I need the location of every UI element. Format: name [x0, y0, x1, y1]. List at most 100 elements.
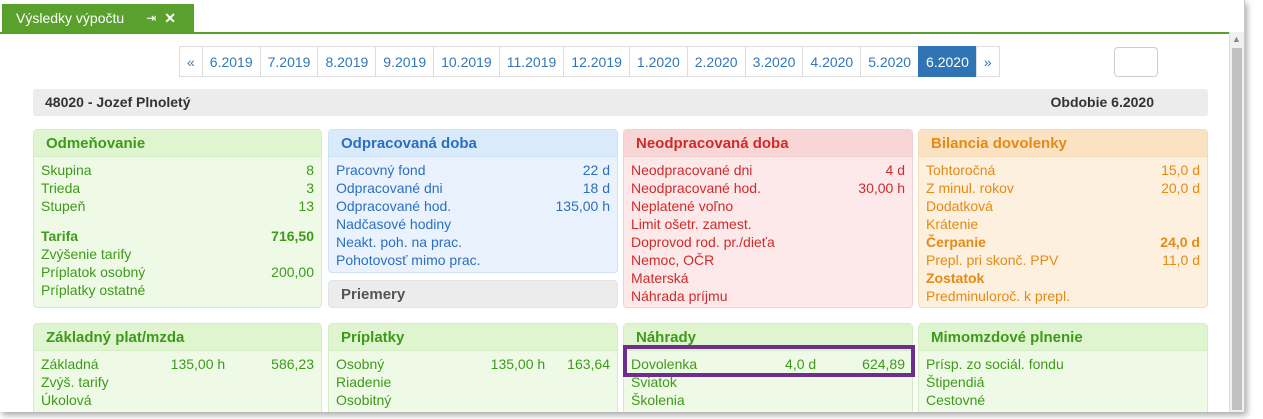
- dovolenka-highlight-box: [623, 345, 915, 377]
- predminuloroc-label: Predminuloroč. k prepl.: [926, 288, 1070, 304]
- scrollbar-thumb[interactable]: [1232, 48, 1242, 410]
- z-minul-rokov-value: 20,0 d: [1161, 180, 1200, 196]
- month-pager: « 6.2019 7.2019 8.2019 9.2019 10.2019 11…: [179, 46, 1000, 77]
- panel-bilancia-dovolenky: Bilancia dovolenky Tohtoročná 15,0 d Z mi…: [918, 129, 1208, 308]
- pracovny-fond-label: Pracovný fond: [336, 162, 426, 178]
- employee-header: 48020 - Jozef Plnoletý Obdobie 6.2020: [33, 89, 1208, 116]
- odpracovane-dni-value: 18 d: [582, 180, 610, 196]
- skupina-label: Skupina: [41, 162, 92, 178]
- pracovny-fond-value: 22 d: [582, 162, 610, 178]
- panel-title: Priemery: [341, 285, 406, 303]
- panel-title: Odmeňovanie: [46, 134, 146, 152]
- pager-month[interactable]: 9.2019: [375, 46, 435, 77]
- priplatky-ostatne-label: Príplatky ostatné: [41, 282, 146, 298]
- pager-month[interactable]: 5.2020: [860, 46, 920, 77]
- employee-label: 48020 - Jozef Plnoletý: [45, 94, 191, 110]
- osobitny-label: Osobitný: [336, 392, 392, 408]
- priplatok-osobny-value: 200,00: [271, 264, 314, 280]
- pin-icon[interactable]: ⇥: [146, 11, 156, 25]
- odpracovane-hod-label: Odpracované hod.: [336, 198, 452, 214]
- cerpanie-value: 24,0 d: [1160, 234, 1200, 250]
- neodpracovane-dni-label: Neodpracované dni: [631, 162, 753, 178]
- panel-title: Príplatky: [341, 328, 405, 346]
- panel-neodpracovana-doba: Neodpracovaná doba Neodpracované dni 4 d …: [623, 129, 913, 308]
- pager-next-button[interactable]: »: [975, 46, 1000, 77]
- tab-vysledky-vypoctu[interactable]: Výsledky výpočtu ⇥ ✕: [2, 4, 194, 32]
- panel-header[interactable]: Priemery: [329, 281, 617, 307]
- panel-title: Odpracovaná doba: [341, 134, 477, 152]
- neodpracovane-hod-value: 30,00 h: [858, 180, 905, 196]
- close-icon[interactable]: ✕: [164, 10, 176, 27]
- zostatok-label: Zostatok: [926, 270, 985, 286]
- settings-button[interactable]: [1114, 47, 1158, 77]
- period-label: Obdobie 6.2020: [1050, 94, 1154, 110]
- prepl-pri-skonc-value: 11,0 d: [1162, 252, 1200, 268]
- nadcasove-hodiny-label: Nadčasové hodiny: [336, 216, 452, 232]
- pager-month[interactable]: 2.2020: [686, 46, 746, 77]
- panel-header[interactable]: Bilancia dovolenky: [919, 130, 1207, 157]
- scroll-up-icon[interactable]: ▲: [1232, 34, 1241, 44]
- stipendia-label: Štipendiá: [926, 374, 985, 390]
- vertical-scrollbar[interactable]: ▲: [1229, 32, 1244, 412]
- panel-priplatky: Príplatky Osobný 135,00 h 163,64 Riadeni…: [328, 323, 618, 412]
- kratenie-label: Krátenie: [926, 216, 979, 232]
- panel-priemery[interactable]: Priemery: [328, 280, 618, 308]
- skolenia-label: Školenia: [631, 392, 685, 408]
- tab-title: Výsledky výpočtu: [16, 10, 125, 26]
- pager-month[interactable]: 7.2019: [259, 46, 319, 77]
- panel-header[interactable]: Odpracovaná doba: [329, 130, 617, 157]
- panel-header[interactable]: Základný plat/mzda: [34, 324, 321, 351]
- neplatene-volno-label: Neplatené voľno: [631, 198, 734, 214]
- tarifa-label: Tarifa: [41, 228, 79, 244]
- nahrada-prijmu-label: Náhrada príjmu: [631, 288, 728, 304]
- panel-title: Neodpracovaná doba: [636, 134, 789, 152]
- neodpracovane-dni-value: 4 d: [885, 162, 905, 178]
- panel-odmenovanie: Odmeňovanie Skupina 8 Trieda 3 Stupeň 13 Ta…: [33, 129, 322, 308]
- panel-mimomzdove-plnenie: Mimomzdové plnenie Prísp. zo sociál. fon…: [918, 323, 1208, 412]
- trieda-label: Trieda: [41, 180, 81, 196]
- odpracovane-hod-value: 135,00 h: [555, 198, 611, 214]
- pager-month[interactable]: 4.2020: [802, 46, 862, 77]
- pager-month[interactable]: 3.2020: [744, 46, 804, 77]
- tohtorocna-label: Tohtoročná: [926, 162, 996, 178]
- panel-title: Mimomzdové plnenie: [931, 328, 1083, 346]
- zakladna-label: Základná: [41, 356, 99, 372]
- skupina-value: 8: [306, 162, 314, 178]
- panel-header[interactable]: Príplatky: [329, 324, 617, 351]
- panel-header[interactable]: Neodpracovaná doba: [624, 130, 912, 157]
- ukolova-label: Úkolová: [41, 392, 92, 408]
- pager-month[interactable]: 12.2019: [563, 46, 630, 77]
- panel-header[interactable]: Mimomzdové plnenie: [919, 324, 1207, 351]
- riadenie-label: Riadenie: [336, 374, 392, 390]
- zakladna-hours: 135,00 h: [170, 356, 226, 372]
- pager-month[interactable]: 1.2020: [628, 46, 688, 77]
- osobny-value: 163,64: [567, 356, 610, 372]
- cerpanie-label: Čerpanie: [926, 234, 986, 250]
- prepl-pri-skonc-label: Prepl. pri skonč. PPV: [926, 252, 1059, 268]
- osobny-hours: 135,00 h: [490, 356, 546, 372]
- tohtorocna-value: 15,0 d: [1161, 162, 1200, 178]
- priplatok-osobny-label: Príplatok osobný: [41, 264, 146, 280]
- zvys-tarify-label: Zvýš. tarify: [41, 374, 109, 390]
- tarifa-value: 716,50: [271, 228, 314, 244]
- results-window: Výsledky výpočtu ⇥ ✕ « 6.2019 7.2019 8.2…: [0, 0, 1245, 412]
- limit-osetr-label: Limit ošetr. zamest.: [631, 216, 752, 232]
- panel-title: Bilancia dovolenky: [931, 134, 1067, 152]
- panel-zakladny-plat: Základný plat/mzda Základná 135,00 h 586…: [33, 323, 322, 412]
- prisp-socialny-fond-label: Prísp. zo sociál. fondu: [926, 356, 1064, 372]
- pager-month-active[interactable]: 6.2020: [918, 46, 977, 77]
- pager-prev-button[interactable]: «: [179, 46, 203, 77]
- doprovod-label: Doprovod rod. pr./dieťa: [631, 234, 775, 250]
- pager-month[interactable]: 6.2019: [201, 46, 261, 77]
- panel-header[interactable]: Odmeňovanie: [34, 130, 321, 157]
- materska-label: Materská: [631, 270, 689, 286]
- pager-month[interactable]: 8.2019: [317, 46, 377, 77]
- dodatkova-label: Dodatková: [926, 198, 993, 214]
- nemoc-ocr-label: Nemoc, OČR: [631, 252, 715, 268]
- neodpracovane-hod-label: Neodpracované hod.: [631, 180, 761, 196]
- neakt-poh-label: Neakt. poh. na prac.: [336, 234, 463, 250]
- pager-month[interactable]: 11.2019: [498, 46, 565, 77]
- pager-month[interactable]: 10.2019: [433, 46, 500, 77]
- osobny-label: Osobný: [336, 356, 385, 372]
- panel-title: Náhrady: [636, 328, 697, 346]
